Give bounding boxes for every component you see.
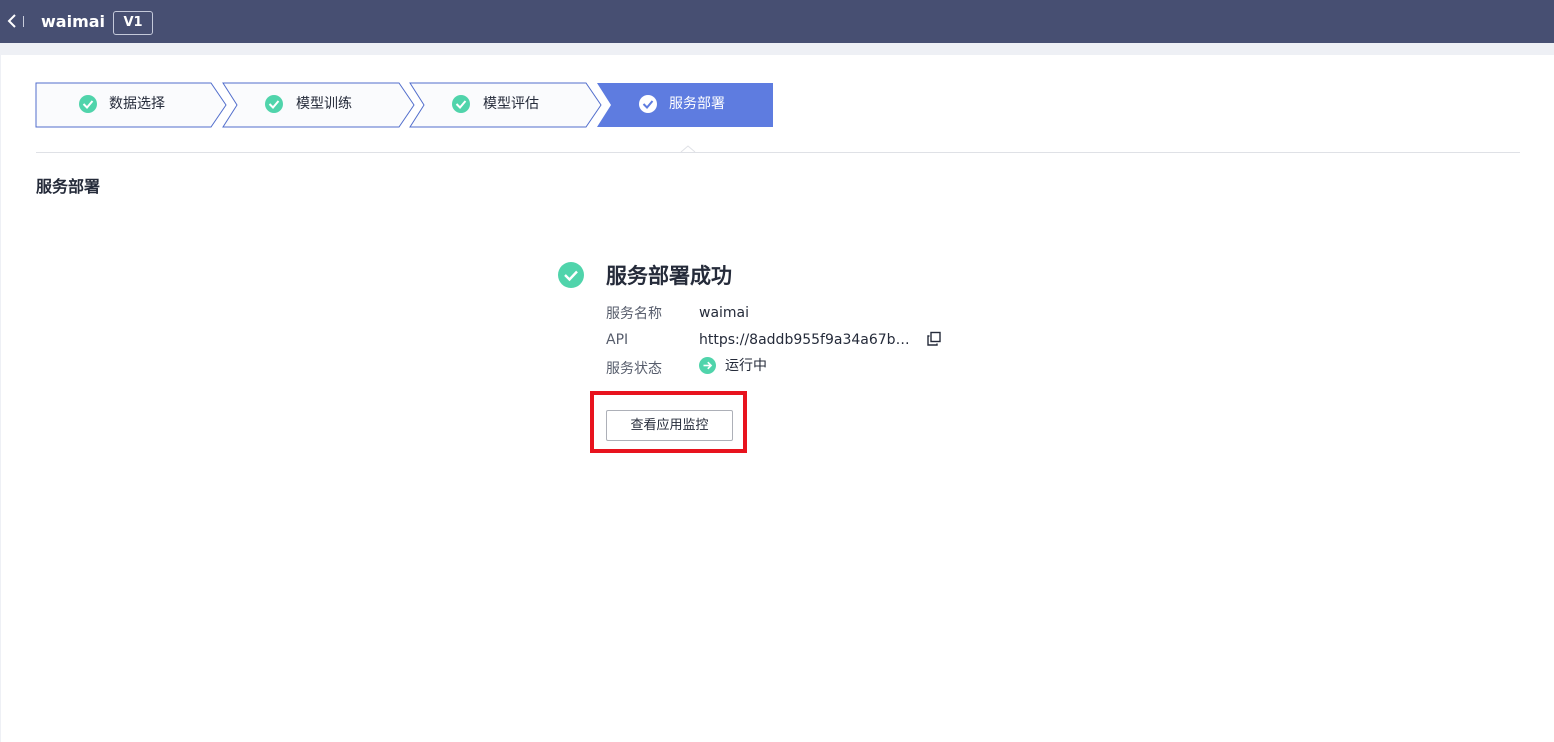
- check-circle-icon: [79, 95, 97, 113]
- service-status-value: 运行中: [725, 358, 767, 374]
- step-label-service-deploy: 服务部署: [669, 96, 725, 112]
- service-name-value: waimai: [699, 305, 750, 321]
- check-circle-icon: [265, 95, 283, 113]
- section-title: 服务部署: [36, 177, 101, 196]
- copy-icon[interactable]: [926, 331, 942, 347]
- version-badge: V1: [113, 11, 153, 35]
- view-app-monitoring-button[interactable]: 查看应用监控: [606, 410, 733, 441]
- step-label-data-selection: 数据选择: [109, 96, 165, 112]
- step-label-model-evaluation: 模型评估: [483, 96, 539, 112]
- divider: [36, 152, 1520, 153]
- title-separator: [23, 16, 24, 27]
- main-content: 数据选择 模型训练 模型评估 服务部署 服务部署 服务部署成功 服务名称 wai…: [1, 55, 1554, 742]
- arrow-right-circle-icon: [699, 357, 716, 374]
- app-title: waimai: [41, 12, 106, 31]
- check-circle-icon: [639, 95, 657, 113]
- success-check-icon: [558, 262, 584, 288]
- result-title: 服务部署成功: [606, 264, 732, 288]
- api-label: API: [606, 332, 629, 348]
- chevron-left-icon: [7, 14, 16, 28]
- top-bar: waimai V1: [0, 0, 1554, 43]
- service-name-label: 服务名称: [606, 306, 662, 322]
- step-indicator: 数据选择 模型训练 模型评估 服务部署: [1, 55, 1554, 165]
- check-circle-icon: [452, 95, 470, 113]
- back-button[interactable]: [4, 12, 20, 30]
- api-url-value: https://8addb955f9a34a67bb...: [699, 332, 911, 348]
- step-label-model-training: 模型训练: [296, 96, 352, 112]
- service-status-label: 服务状态: [606, 361, 662, 377]
- step-shapes: [35, 82, 773, 153]
